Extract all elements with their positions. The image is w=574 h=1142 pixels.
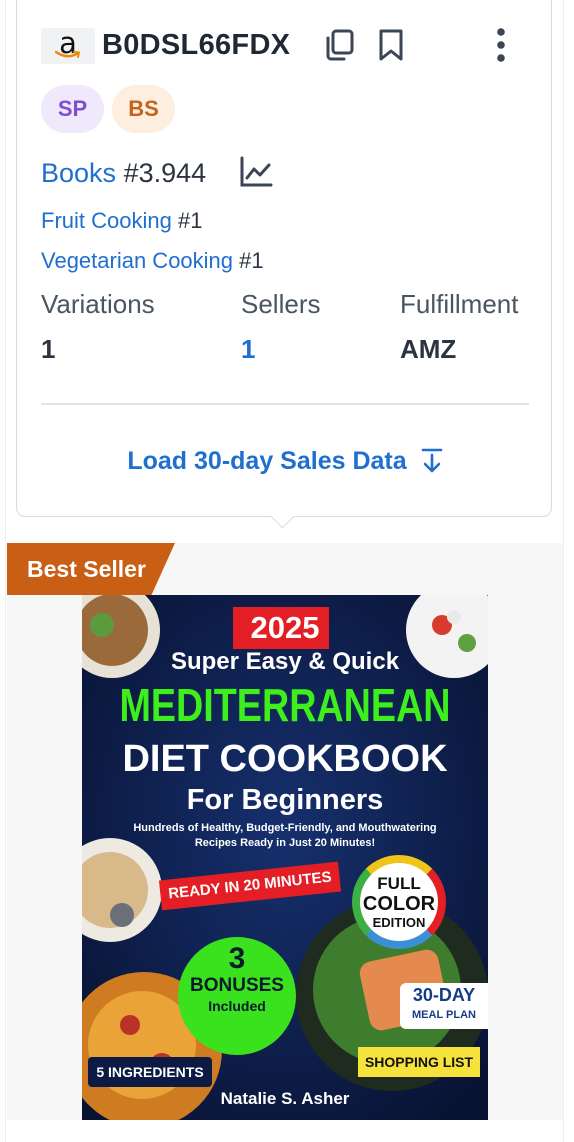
cover-bonus-count: 3 bbox=[228, 942, 246, 975]
variations-label: Variations bbox=[41, 289, 155, 319]
cover-blurb-line1: Hundreds of Healthy, Budget-Friendly, an… bbox=[133, 822, 437, 834]
sub-rank-category-link[interactable]: Vegetarian Cooking bbox=[41, 248, 233, 273]
cover-bonuses-badge: 3 BONUSES Included bbox=[178, 937, 296, 1055]
load-sales-data-label: Load 30-day Sales Data bbox=[127, 446, 407, 475]
panel-border-right bbox=[563, 0, 564, 1142]
variations-value: 1 bbox=[41, 334, 56, 364]
divider bbox=[41, 403, 529, 405]
fulfillment-label: Fulfillment bbox=[400, 289, 519, 319]
bs-badge: BS bbox=[112, 85, 175, 133]
sellers-label: Sellers bbox=[241, 289, 321, 319]
rank-history-chart-icon[interactable] bbox=[239, 156, 273, 188]
sub-rank: Vegetarian Cooking #1 bbox=[41, 246, 264, 276]
cover-color-edition-badge: FULL COLOR EDITION bbox=[352, 855, 446, 949]
cover-full-text: FULL bbox=[377, 874, 421, 893]
amazon-logo-icon: a bbox=[41, 28, 95, 64]
load-sales-data-button[interactable]: Load 30-day Sales Data bbox=[41, 440, 529, 482]
sub-rank-category-link[interactable]: Fruit Cooking bbox=[41, 208, 172, 233]
panel-border-left bbox=[5, 0, 6, 1142]
cover-title-mediterranean: MEDITERRANEAN bbox=[119, 679, 451, 731]
download-arrow-icon bbox=[421, 448, 442, 473]
cover-blurb-line2: Recipes Ready in Just 20 Minutes! bbox=[194, 837, 376, 849]
main-rank: Books #3.944 bbox=[41, 154, 206, 192]
cover-meal-plan-badge: 30-DAY MEAL PLAN bbox=[400, 983, 488, 1029]
main-rank-category-link[interactable]: Books bbox=[41, 158, 116, 188]
sub-rank-value: #1 bbox=[239, 248, 264, 273]
cover-author: Natalie S. Asher bbox=[220, 1089, 350, 1108]
cover-bonus-text: BONUSES bbox=[190, 975, 284, 996]
sp-badge: SP bbox=[41, 85, 104, 133]
sub-rank-value: #1 bbox=[177, 208, 203, 233]
bookmark-icon[interactable] bbox=[376, 28, 406, 62]
more-options-icon[interactable] bbox=[492, 26, 510, 66]
copy-icon[interactable] bbox=[322, 28, 356, 62]
cover-meal-plan-days: 30-DAY bbox=[412, 985, 476, 1005]
cover-color-text: COLOR bbox=[362, 893, 436, 915]
cover-ingredients-label: 5 INGREDIENTS bbox=[88, 1057, 212, 1087]
cover-included-text: Included bbox=[208, 998, 266, 1014]
cover-edition-text: EDITION bbox=[372, 915, 426, 930]
fulfillment-value: AMZ bbox=[400, 334, 457, 364]
cover-shopping-list-label: SHOPPING LIST bbox=[358, 1047, 480, 1077]
asin-code: B0DSL66FDX bbox=[102, 29, 291, 61]
cover-title-diet: DIET COOKBOOK bbox=[122, 738, 448, 780]
cover-year: 2025 bbox=[250, 610, 320, 645]
sellers-link[interactable]: 1 bbox=[241, 333, 255, 365]
main-rank-value: #3.944 bbox=[123, 158, 207, 188]
sub-rank: Fruit Cooking #1 bbox=[41, 206, 202, 236]
cover-title-beginners: For Beginners bbox=[186, 784, 384, 816]
best-seller-badge: Best Seller bbox=[7, 543, 175, 595]
book-cover-image[interactable]: 2025 Super Easy & Quick MEDITERRANEAN DI… bbox=[82, 595, 488, 1120]
cover-subtitle: Super Easy & Quick bbox=[170, 648, 400, 675]
cover-meal-plan-text: MEAL PLAN bbox=[412, 1009, 476, 1021]
